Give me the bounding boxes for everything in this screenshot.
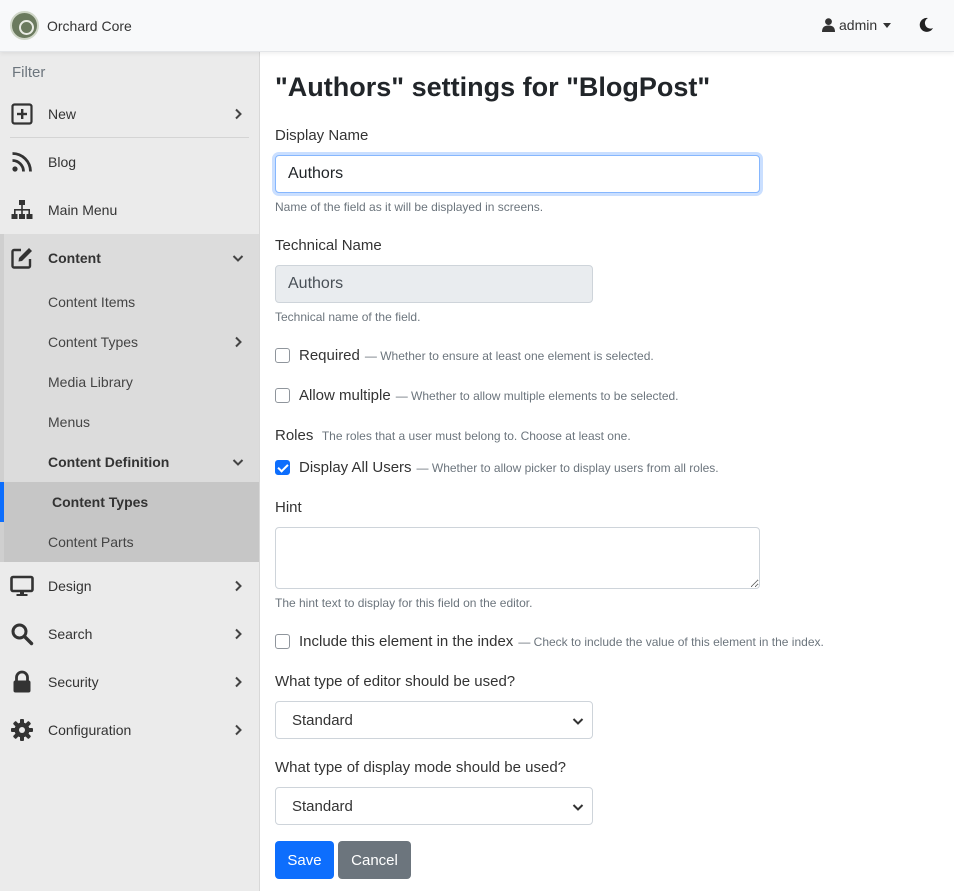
filter-input[interactable]: Filter (0, 52, 259, 90)
username: admin (839, 17, 878, 33)
sidebar-subitem-content-types[interactable]: Content Types (4, 322, 259, 362)
page-title: "Authors" settings for "BlogPost" (275, 72, 711, 102)
user-icon (822, 18, 835, 32)
plus-square-icon (11, 103, 33, 125)
sidebar-subitem-label: Content Types (52, 494, 149, 510)
sidebar-subitem-label: Menus (48, 414, 91, 430)
include-index-label[interactable]: Include this element in the index (299, 633, 513, 650)
sidebar-item-main-menu[interactable]: Main Menu (0, 186, 259, 234)
brand-name: Orchard Core (47, 17, 132, 34)
sidebar-item-new[interactable]: New (0, 90, 259, 138)
sidebar-item-configuration[interactable]: Configuration (0, 706, 259, 754)
chevron-down-icon (572, 804, 584, 811)
sidebar-item-search[interactable]: Search (0, 610, 259, 658)
display-all-users-checkbox[interactable] (275, 460, 290, 475)
required-checkbox[interactable] (275, 348, 290, 363)
gear-icon (11, 719, 33, 741)
sidebar-subitem-label: Content Parts (48, 534, 134, 550)
sidebar-item-label: Main Menu (48, 202, 118, 218)
allow-multiple-description: — Whether to allow multiple elements to … (395, 388, 679, 403)
chevron-right-icon (235, 580, 242, 592)
chevron-right-icon (235, 724, 242, 736)
edit-icon (11, 248, 32, 269)
required-option: Required — Whether to ensure at least on… (275, 347, 654, 364)
technical-name-input (275, 265, 593, 303)
display-all-users-option: Display All Users — Whether to allow pic… (275, 459, 719, 476)
chevron-down-icon (232, 459, 244, 466)
sidebar-content-group: Content Content Items Content Types Medi… (0, 234, 259, 562)
allow-multiple-checkbox[interactable] (275, 388, 290, 403)
sidebar-item-label: Blog (48, 154, 77, 170)
sidebar-subitem-content-items[interactable]: Content Items (4, 282, 259, 322)
include-index-description: — Check to include the value of this ele… (518, 634, 824, 649)
user-menu[interactable]: admin (822, 17, 892, 33)
roles-description: The roles that a user must belong to. Ch… (321, 429, 631, 443)
allow-multiple-label[interactable]: Allow multiple (299, 387, 391, 404)
sidebar-item-label: Security (48, 674, 99, 690)
hint-textarea[interactable] (275, 527, 760, 589)
sidebar-subitem-content-definition[interactable]: Content Definition (4, 442, 259, 482)
moon-icon[interactable] (918, 17, 934, 33)
brand[interactable]: Orchard Core (10, 11, 132, 40)
display-all-users-description: — Whether to allow picker to display use… (416, 460, 719, 475)
allow-multiple-option: Allow multiple — Whether to allow multip… (275, 387, 679, 404)
required-label[interactable]: Required (299, 347, 360, 364)
chevron-right-icon (235, 108, 242, 120)
sitemap-icon (11, 200, 33, 219)
sidebar-subitem-menus[interactable]: Menus (4, 402, 259, 442)
technical-name-hint: Technical name of the field. (275, 310, 421, 324)
display-mode-value: Standard (292, 798, 353, 815)
display-name-input[interactable] (275, 155, 760, 193)
sidebar-item-label: New (48, 106, 77, 122)
roles-section: Roles The roles that a user must belong … (275, 427, 631, 445)
chevron-down-icon (572, 718, 584, 725)
sidebar-item-label: Configuration (48, 722, 132, 738)
sidebar: Filter New Blog Main Menu Content Conten… (0, 52, 260, 891)
technical-name-label: Technical Name (275, 237, 382, 254)
chevron-right-icon (235, 628, 242, 640)
sidebar-subitem-label: Media Library (48, 374, 133, 390)
sidebar-subitem-content-parts[interactable]: Content Parts (4, 522, 259, 562)
display-all-users-label[interactable]: Display All Users (299, 459, 412, 476)
chevron-right-icon (235, 676, 242, 688)
roles-label: Roles (275, 427, 314, 444)
sidebar-subitem-label: Content Items (48, 294, 136, 310)
desktop-icon (10, 575, 34, 596)
sidebar-item-content[interactable]: Content (0, 234, 259, 282)
sidebar-subitem-media-library[interactable]: Media Library (4, 362, 259, 402)
editor-type-select[interactable]: Standard (275, 701, 593, 739)
include-index-option: Include this element in the index — Chec… (275, 633, 824, 650)
orchard-logo-icon (10, 11, 39, 40)
lock-icon (13, 670, 31, 693)
sidebar-subitem-content-types-active[interactable]: Content Types (0, 482, 259, 522)
rss-icon (12, 152, 32, 172)
required-description: — Whether to ensure at least one element… (364, 348, 654, 363)
caret-down-icon (883, 22, 892, 28)
editor-type-label: What type of editor should be used? (275, 673, 516, 690)
editor-type-value: Standard (292, 712, 353, 729)
save-button[interactable]: Save (275, 841, 334, 879)
sidebar-subitem-label: Content Types (48, 334, 139, 350)
top-navbar: Orchard Core admin (0, 0, 954, 52)
sidebar-item-blog[interactable]: Blog (0, 138, 259, 186)
sidebar-item-label: Search (48, 626, 93, 642)
chevron-right-icon (235, 336, 242, 348)
sidebar-item-label: Design (48, 578, 92, 594)
sidebar-subitem-label: Content Definition (48, 454, 170, 470)
hint-field-hint: The hint text to display for this field … (275, 596, 533, 610)
chevron-down-icon (232, 255, 244, 262)
display-mode-select[interactable]: Standard (275, 787, 593, 825)
display-name-label: Display Name (275, 127, 369, 144)
sidebar-item-security[interactable]: Security (0, 658, 259, 706)
sidebar-item-label: Content (48, 250, 101, 266)
sidebar-item-design[interactable]: Design (0, 562, 259, 610)
display-mode-label: What type of display mode should be used… (275, 759, 567, 776)
search-icon (11, 623, 34, 646)
cancel-button[interactable]: Cancel (338, 841, 411, 879)
display-name-hint: Name of the field as it will be displaye… (275, 200, 544, 214)
include-index-checkbox[interactable] (275, 634, 290, 649)
hint-label: Hint (275, 499, 302, 516)
